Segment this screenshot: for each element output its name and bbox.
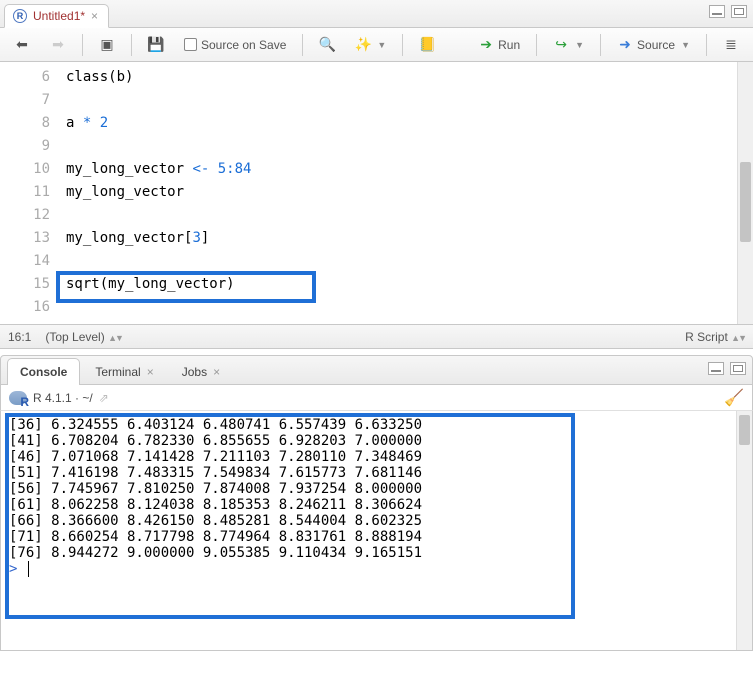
r-logo-icon <box>9 391 27 405</box>
minimize-pane-button[interactable] <box>709 5 725 18</box>
rerun-button[interactable]: ↪▼ <box>547 34 590 56</box>
console-scrollbar[interactable] <box>736 411 752 650</box>
save-button[interactable]: 💾 <box>142 34 170 56</box>
console-pane: Console Terminal× Jobs× R 4.1.1 · ~/ ⇗ 🧹… <box>0 355 753 651</box>
run-label: Run <box>498 38 520 52</box>
show-in-new-window-button[interactable]: ▣ <box>93 34 121 56</box>
popout-icon: ▣ <box>99 37 115 53</box>
chevron-down-icon: ▼ <box>575 40 584 50</box>
save-icon: 💾 <box>148 37 164 53</box>
scrollbar-thumb[interactable] <box>739 415 750 445</box>
editor-statusbar: 16:1 (Top Level) ▲▼ R Script ▲▼ <box>0 324 753 348</box>
cursor-position: 16:1 <box>8 330 31 344</box>
compile-report-button[interactable]: 📒 <box>413 34 441 56</box>
clear-console-button[interactable]: 🧹 <box>724 388 744 408</box>
scope-indicator[interactable]: (Top Level) ▲▼ <box>45 330 122 344</box>
wand-icon: ✨ <box>355 37 371 53</box>
search-icon: 🔍 <box>319 37 335 53</box>
source-on-save-label: Source on Save <box>201 38 286 52</box>
file-tab-untitled[interactable]: R Untitled1* × <box>4 4 109 28</box>
close-icon[interactable]: × <box>91 10 98 22</box>
maximize-pane-button[interactable] <box>730 362 746 375</box>
console-tab-bar: Console Terminal× Jobs× <box>0 355 753 385</box>
updown-icon: ▲▼ <box>108 333 122 343</box>
line-gutter: 678910111213141516 <box>0 62 60 324</box>
maximize-pane-button[interactable] <box>731 5 747 18</box>
forward-button[interactable]: ➡ <box>44 34 72 56</box>
chevron-down-icon: ▼ <box>681 40 690 50</box>
editor-toolbar: ⬅ ➡ ▣ 💾 Source on Save 🔍 ✨▼ 📒 ➔Run ↪▼ ➜S… <box>0 28 753 62</box>
close-icon[interactable]: × <box>213 365 220 379</box>
console-output[interactable]: [36] 6.324555 6.403124 6.480741 6.557439… <box>1 411 736 650</box>
wd-popout-icon[interactable]: ⇗ <box>99 391 109 405</box>
scrollbar-thumb[interactable] <box>740 162 751 242</box>
code-tools-button[interactable]: ✨▼ <box>349 34 392 56</box>
editor-pane: R Untitled1* × ⬅ ➡ ▣ 💾 Source on Save 🔍 … <box>0 0 753 349</box>
code-editor[interactable]: 678910111213141516 class(b)a * 2my_long_… <box>0 62 753 324</box>
back-button[interactable]: ⬅ <box>8 34 36 56</box>
file-tab-title: Untitled1* <box>33 9 85 23</box>
editor-tab-bar: R Untitled1* × <box>0 0 753 28</box>
pane-window-buttons <box>708 362 746 375</box>
close-icon[interactable]: × <box>147 365 154 379</box>
source-label: Source <box>637 38 675 52</box>
source-on-save-toggle[interactable]: Source on Save <box>178 35 292 55</box>
console-body-wrap: [36] 6.324555 6.403124 6.480741 6.557439… <box>0 411 753 651</box>
outline-icon: ≣ <box>723 37 739 53</box>
arrow-left-icon: ⬅ <box>14 37 30 53</box>
source-button[interactable]: ➜ Source ▼ <box>611 34 696 56</box>
r-file-icon: R <box>13 9 27 23</box>
editor-scrollbar[interactable] <box>737 62 753 324</box>
tab-jobs[interactable]: Jobs× <box>169 358 233 385</box>
console-subheader: R 4.1.1 · ~/ ⇗ 🧹 <box>0 385 753 411</box>
checkbox-icon <box>184 38 197 51</box>
rerun-icon: ↪ <box>553 37 569 53</box>
language-indicator[interactable]: R Script ▲▼ <box>685 330 745 344</box>
r-version-label: R 4.1.1 · ~/ <box>33 391 93 405</box>
tab-console[interactable]: Console <box>7 358 80 385</box>
run-button[interactable]: ➔ Run <box>472 34 526 56</box>
find-button[interactable]: 🔍 <box>313 34 341 56</box>
chevron-down-icon: ▼ <box>377 40 386 50</box>
notebook-icon: 📒 <box>419 37 435 53</box>
pane-window-buttons <box>709 5 747 18</box>
updown-icon: ▲▼ <box>731 333 745 343</box>
code-body[interactable]: class(b)a * 2my_long_vector <- 5:84my_lo… <box>60 62 737 324</box>
tab-terminal[interactable]: Terminal× <box>82 358 166 385</box>
run-icon: ➔ <box>478 37 494 53</box>
minimize-pane-button[interactable] <box>708 362 724 375</box>
outline-button[interactable]: ≣ <box>717 34 745 56</box>
arrow-right-icon: ➡ <box>50 37 66 53</box>
source-icon: ➜ <box>617 37 633 53</box>
